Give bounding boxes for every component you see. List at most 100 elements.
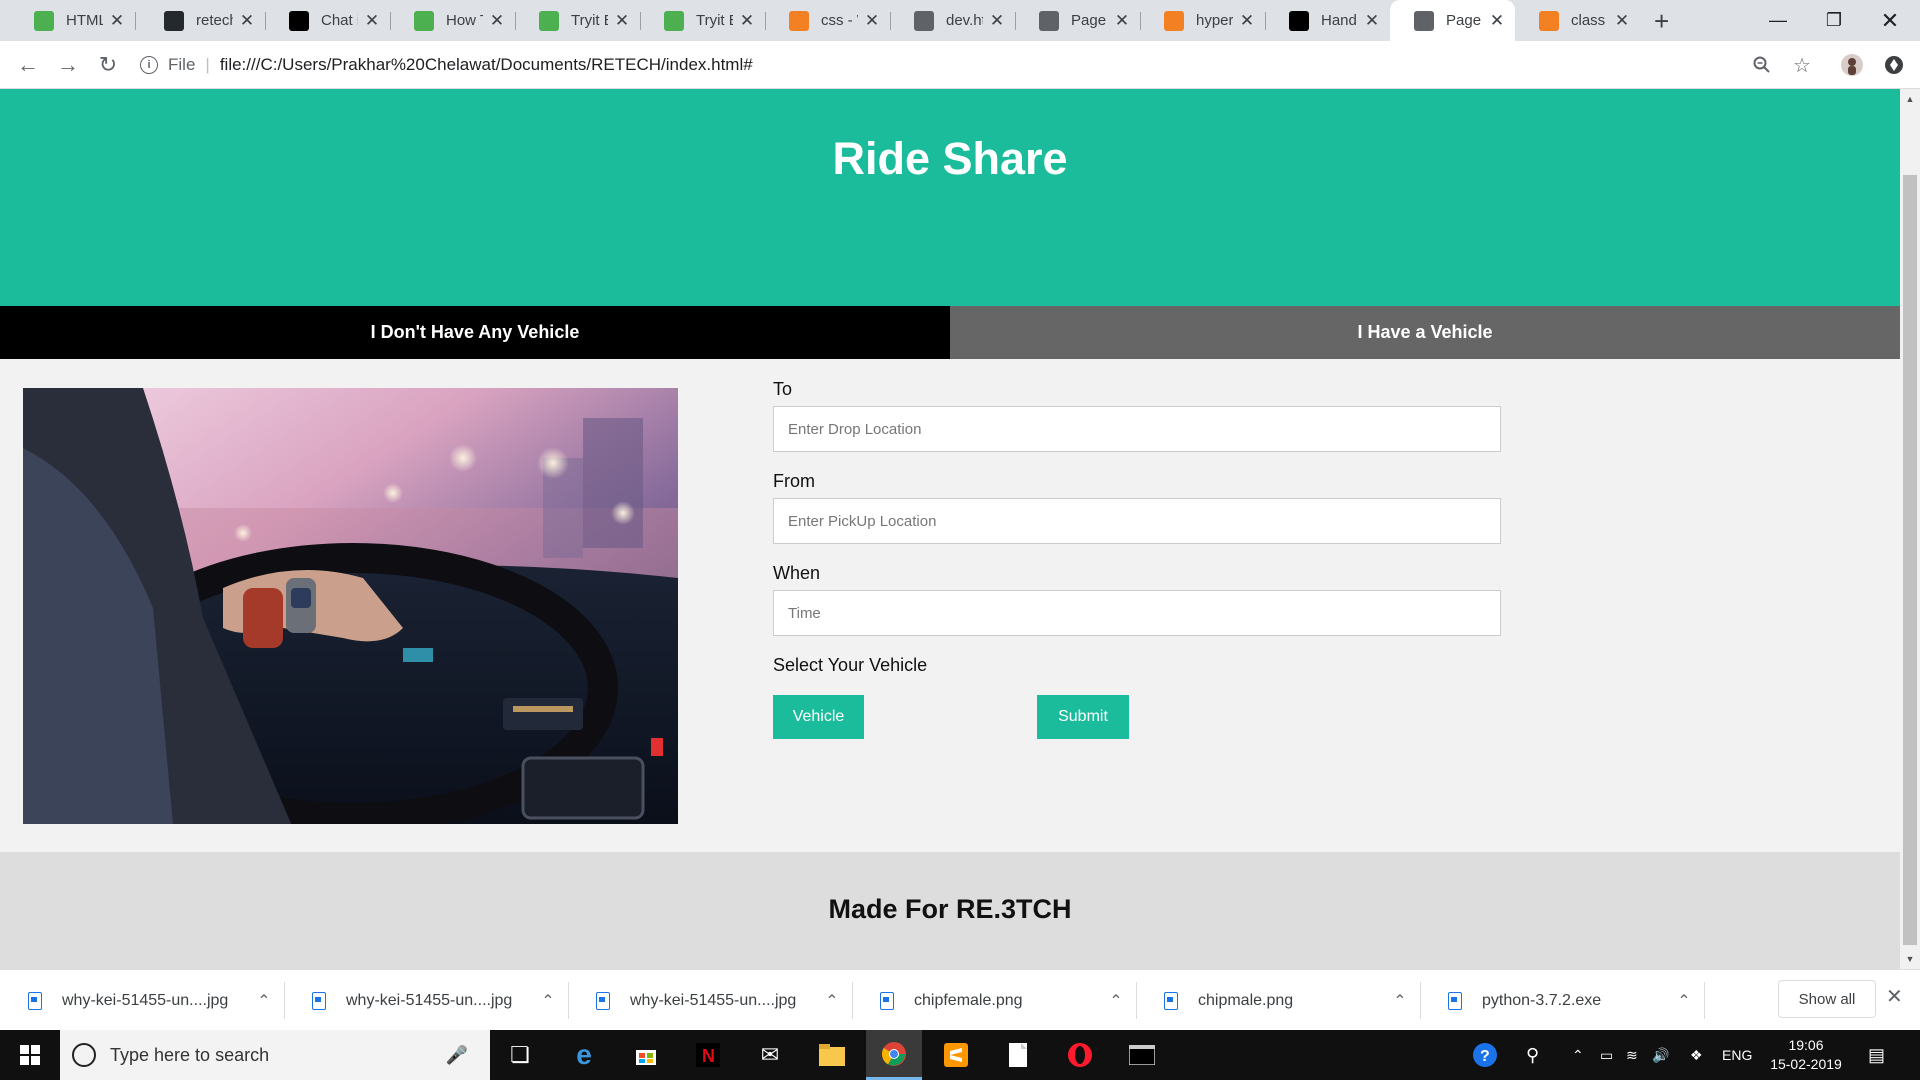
chevron-up-icon[interactable]: ⌃ (244, 991, 284, 1011)
close-window-button[interactable]: ✕ (1862, 0, 1918, 41)
windows-start-icon[interactable] (0, 1030, 60, 1080)
store-icon[interactable] (618, 1030, 674, 1080)
new-tab-button[interactable]: + (1654, 6, 1669, 37)
file-explorer-icon[interactable] (804, 1030, 860, 1080)
browser-tab[interactable]: Tryit Ed ✕ (515, 0, 640, 41)
close-tab-icon[interactable]: ✕ (109, 11, 125, 31)
maximize-button[interactable]: ❐ (1806, 0, 1862, 41)
system-clock[interactable]: 19:06 15-02-2019 (1766, 1036, 1846, 1074)
close-tab-icon[interactable]: ✕ (489, 11, 505, 31)
browser-tab[interactable]: Page T ✕ (1390, 0, 1515, 41)
close-tab-icon[interactable]: ✕ (739, 11, 755, 31)
download-filename: chipfemale.png (914, 991, 1023, 1009)
browser-tab[interactable]: Tryit Ed ✕ (640, 0, 765, 41)
close-tab-icon[interactable]: ✕ (1114, 11, 1130, 31)
browser-tab[interactable]: hyperli ✕ (1140, 0, 1265, 41)
drop-location-input[interactable] (773, 406, 1501, 452)
show-all-button[interactable]: Show all (1778, 980, 1876, 1018)
opera-icon[interactable] (1052, 1030, 1108, 1080)
download-item[interactable]: why-kei-51455-un....jpg ⌃ (0, 970, 284, 1031)
people-icon[interactable]: ⚲ (1526, 1030, 1539, 1080)
page-scrollbar[interactable]: ▲ ▼ (1900, 89, 1920, 969)
page-footer: Made For RE.3TCH (0, 852, 1900, 969)
tab-have-vehicle[interactable]: I Have a Vehicle (950, 306, 1900, 359)
notepad-icon[interactable] (990, 1030, 1046, 1080)
download-item[interactable]: python-3.7.2.exe ⌃ (1420, 970, 1704, 1031)
close-tab-icon[interactable]: ✕ (989, 11, 1005, 31)
edge-icon[interactable]: e (556, 1030, 612, 1080)
profile-avatar[interactable] (1836, 49, 1868, 81)
close-tab-icon[interactable]: ✕ (864, 11, 880, 31)
battery-icon[interactable]: ▭ (1600, 1030, 1613, 1080)
chevron-up-icon[interactable]: ⌃ (812, 991, 852, 1011)
close-tab-icon[interactable]: ✕ (1614, 11, 1630, 31)
info-icon[interactable]: i (140, 56, 158, 74)
page-icon (1039, 10, 1059, 31)
back-button[interactable]: ← (12, 49, 44, 81)
download-bar: Show all ✕ why-kei-51455-un....jpg ⌃ why-k… (0, 969, 1920, 1030)
browser-tab[interactable]: dev.htr ✕ (890, 0, 1015, 41)
close-icon[interactable]: ✕ (1886, 984, 1903, 1009)
wifi-icon[interactable]: ≋ (1626, 1030, 1638, 1080)
extension-icon[interactable] (1878, 49, 1910, 81)
browser-tab[interactable]: Hand c ✕ (1265, 0, 1390, 41)
scroll-up-icon[interactable]: ▲ (1900, 89, 1920, 109)
microphone-icon[interactable]: 🎤 (446, 1045, 468, 1066)
address-bar[interactable]: i File | file:///C:/Users/Prakhar%20Chel… (140, 49, 1770, 81)
download-item[interactable]: chipfemale.png ⌃ (852, 970, 1136, 1031)
netflix-icon[interactable]: N (680, 1030, 736, 1080)
browser-tab[interactable]: Chat in ✕ (265, 0, 390, 41)
close-tab-icon[interactable]: ✕ (1239, 11, 1255, 31)
scheme-label: File (168, 55, 196, 74)
taskbar-search[interactable]: Type here to search 🎤 (60, 1030, 490, 1080)
close-tab-icon[interactable]: ✕ (239, 11, 255, 31)
browser-tab[interactable]: class - ✕ (1515, 0, 1640, 41)
chevron-up-icon[interactable]: ⌃ (1572, 1030, 1584, 1080)
browser-tab[interactable]: How To ✕ (390, 0, 515, 41)
pickup-location-input[interactable] (773, 498, 1501, 544)
scroll-down-icon[interactable]: ▼ (1900, 949, 1920, 969)
time-input[interactable] (773, 590, 1501, 636)
help-icon[interactable]: ? (1472, 1030, 1498, 1080)
vehicle-button[interactable]: Vehicle (773, 695, 864, 739)
notifications-icon[interactable]: ▤ (1868, 1030, 1885, 1080)
driver-photo (23, 388, 678, 824)
reload-button[interactable]: ↻ (92, 49, 124, 81)
close-tab-icon[interactable]: ✕ (614, 11, 630, 31)
scrollbar-thumb[interactable] (1903, 175, 1917, 945)
browser-tab[interactable]: retech/ ✕ (140, 0, 265, 41)
browser-tab[interactable]: css - W ✕ (765, 0, 890, 41)
close-tab-icon[interactable]: ✕ (1489, 11, 1505, 31)
browser-tab[interactable]: Page T ✕ (1015, 0, 1140, 41)
cortana-icon (72, 1043, 96, 1067)
file-icon (596, 991, 610, 1010)
chevron-up-icon[interactable]: ⌃ (528, 991, 568, 1011)
tab-no-vehicle[interactable]: I Don't Have Any Vehicle (0, 306, 950, 359)
zoom-icon[interactable] (1746, 49, 1778, 81)
bookmark-star-icon[interactable]: ☆ (1786, 49, 1818, 81)
download-item[interactable]: chipmale.png ⌃ (1136, 970, 1420, 1031)
chrome-icon[interactable] (866, 1030, 922, 1080)
chevron-up-icon[interactable]: ⌃ (1096, 991, 1136, 1011)
download-item[interactable]: why-kei-51455-un....jpg ⌃ (568, 970, 852, 1031)
close-tab-icon[interactable]: ✕ (364, 11, 380, 31)
mail-icon[interactable]: ✉ (742, 1030, 798, 1080)
terminal-icon[interactable] (1114, 1030, 1170, 1080)
chevron-up-icon[interactable]: ⌃ (1380, 991, 1420, 1011)
browser-tab[interactable]: HTML5 ✕ (10, 0, 135, 41)
download-item[interactable]: why-kei-51455-un....jpg ⌃ (284, 970, 568, 1031)
submit-button[interactable]: Submit (1037, 695, 1129, 739)
tab-title: dev.htr (946, 12, 983, 29)
task-view-icon[interactable]: ❏ (492, 1030, 548, 1080)
volume-icon[interactable]: 🔊 (1652, 1030, 1669, 1080)
language-indicator[interactable]: ENG (1722, 1030, 1752, 1080)
chevron-up-icon[interactable]: ⌃ (1664, 991, 1704, 1011)
sublime-text-icon[interactable] (928, 1030, 984, 1080)
close-tab-icon[interactable]: ✕ (1364, 11, 1380, 31)
search-placeholder: Type here to search (110, 1044, 270, 1065)
url-text[interactable]: file:///C:/Users/Prakhar%20Chelawat/Docu… (220, 55, 753, 75)
dropbox-icon[interactable]: ❖ (1690, 1030, 1703, 1080)
minimize-button[interactable]: — (1750, 0, 1806, 41)
forward-button[interactable]: → (52, 49, 84, 81)
w3schools-icon (664, 10, 684, 31)
